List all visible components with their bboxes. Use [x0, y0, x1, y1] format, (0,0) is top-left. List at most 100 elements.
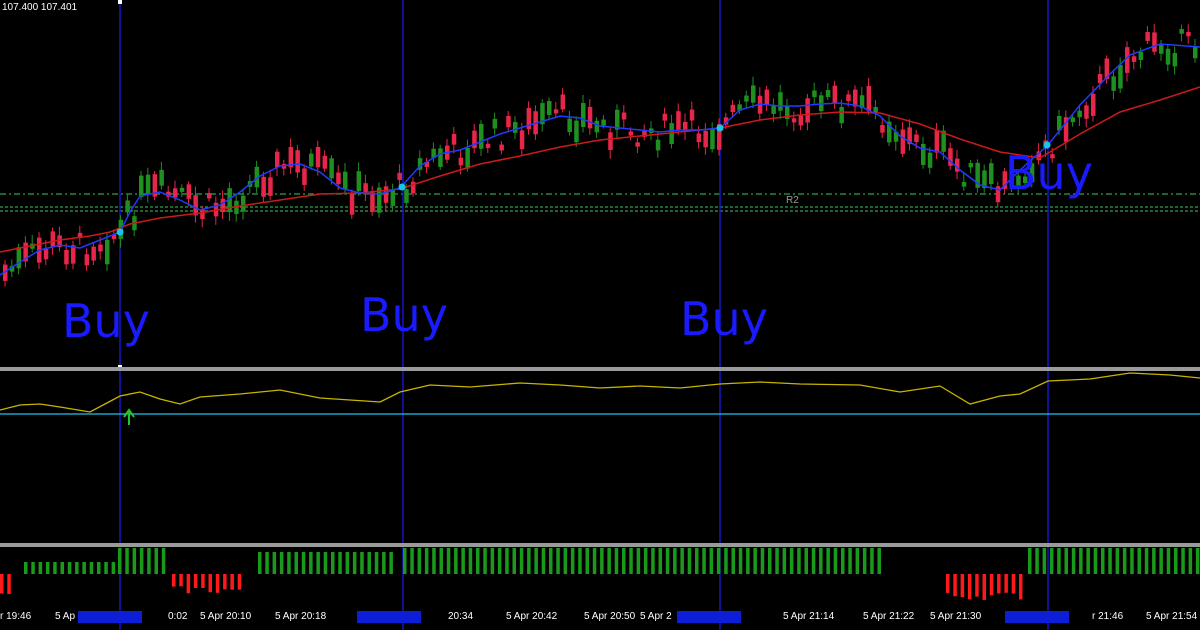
- time-label: 5 Apr 21:14: [783, 611, 835, 622]
- histogram-bar: [782, 548, 787, 574]
- histogram-bar: [716, 548, 721, 574]
- candle-body: [105, 239, 110, 265]
- histogram-bar: [1093, 548, 1098, 574]
- histogram-bar: [154, 548, 158, 574]
- panel-separator[interactable]: [0, 543, 1200, 547]
- histogram-bar: [680, 548, 684, 574]
- candle-body: [1070, 117, 1076, 123]
- candle-body: [465, 148, 470, 169]
- candle-body: [1172, 52, 1178, 67]
- histogram-bar: [38, 562, 43, 574]
- histogram-bar: [760, 548, 765, 574]
- candle-body: [390, 190, 396, 206]
- histogram-bar: [1079, 548, 1083, 574]
- histogram-bar: [490, 548, 495, 574]
- histogram-bar: [272, 552, 277, 574]
- candle-body: [492, 118, 498, 129]
- histogram-bar: [1195, 548, 1200, 574]
- candle-body: [241, 195, 246, 212]
- histogram-bar: [592, 548, 597, 574]
- candle-body: [145, 174, 151, 195]
- histogram-bar: [208, 574, 212, 593]
- histogram-bar: [179, 574, 183, 587]
- histogram-bar: [1049, 548, 1054, 574]
- histogram-bar: [665, 548, 670, 574]
- candle-body: [506, 115, 511, 128]
- histogram-bar: [753, 548, 757, 574]
- histogram-bar: [345, 552, 350, 574]
- candle-body: [689, 109, 695, 121]
- histogram-bar: [870, 548, 874, 574]
- histogram-bar: [1188, 548, 1193, 574]
- histogram-bar: [97, 562, 101, 574]
- candle-body: [193, 195, 198, 216]
- histogram-bar: [279, 552, 284, 574]
- candle-body: [567, 118, 572, 133]
- time-label: 5 Apr 20:18: [275, 611, 327, 622]
- candle-body: [356, 171, 362, 192]
- buy-signal-label: Buy: [62, 294, 150, 348]
- histogram-bar: [549, 548, 553, 574]
- candle-body: [64, 249, 69, 265]
- candle-body: [921, 143, 926, 165]
- histogram-bar: [1071, 548, 1076, 574]
- candle-body: [710, 128, 715, 150]
- candle-body: [825, 90, 831, 97]
- price-header: 107.400 107.401: [2, 2, 78, 13]
- histogram-bar: [622, 548, 626, 574]
- candle-body: [703, 130, 708, 148]
- candle-body: [927, 152, 933, 168]
- histogram-bar: [563, 548, 568, 574]
- histogram-bar: [161, 548, 166, 574]
- histogram-bar: [967, 574, 972, 600]
- candle-body: [547, 101, 552, 115]
- candle-body: [261, 176, 266, 197]
- candle-body: [404, 189, 409, 204]
- histogram-bar: [651, 548, 655, 574]
- histogram-bar: [374, 552, 379, 574]
- candle-body: [676, 111, 681, 131]
- candle-body: [268, 177, 273, 196]
- candle-body: [295, 150, 300, 173]
- panel-separator[interactable]: [0, 367, 1200, 371]
- candle-body: [1179, 29, 1184, 34]
- candle-body: [173, 188, 178, 198]
- candle-body: [560, 94, 566, 110]
- histogram-bar: [403, 548, 407, 574]
- candle-body: [812, 90, 817, 98]
- time-label: 5 Apr 20:42: [506, 611, 558, 622]
- histogram-bar: [975, 574, 979, 597]
- histogram-bar: [75, 562, 79, 574]
- histogram-bar: [585, 548, 589, 574]
- histogram-bar: [960, 574, 965, 598]
- histogram-bar: [512, 548, 516, 574]
- histogram-bar: [1130, 548, 1134, 574]
- time-label: 20:34: [448, 611, 474, 622]
- histogram-bar: [1101, 548, 1105, 574]
- histogram-bar: [1181, 548, 1185, 574]
- price-chart[interactable]: [0, 0, 1200, 630]
- histogram-bar: [1108, 548, 1112, 574]
- histogram-bar: [1019, 574, 1023, 600]
- candle-body: [900, 129, 906, 154]
- histogram-bar: [989, 574, 994, 596]
- candle-body: [50, 231, 56, 248]
- candle-body: [866, 85, 872, 112]
- histogram-bar: [0, 574, 4, 594]
- candle-body: [751, 85, 756, 103]
- date-selection-box: [677, 611, 741, 623]
- histogram-bar: [953, 574, 957, 597]
- histogram-bar: [45, 562, 50, 574]
- histogram-bar: [826, 548, 830, 574]
- candle-body: [574, 120, 579, 143]
- histogram-bar: [316, 552, 320, 574]
- histogram-bar: [461, 548, 465, 574]
- candle-body: [771, 105, 776, 114]
- pivot-label: R2: [786, 195, 799, 206]
- candle-body: [553, 109, 559, 114]
- histogram-bar: [367, 552, 371, 574]
- candle-body: [798, 115, 804, 126]
- candle-body: [98, 244, 103, 252]
- histogram-bar: [862, 548, 867, 574]
- histogram-bar: [855, 548, 860, 574]
